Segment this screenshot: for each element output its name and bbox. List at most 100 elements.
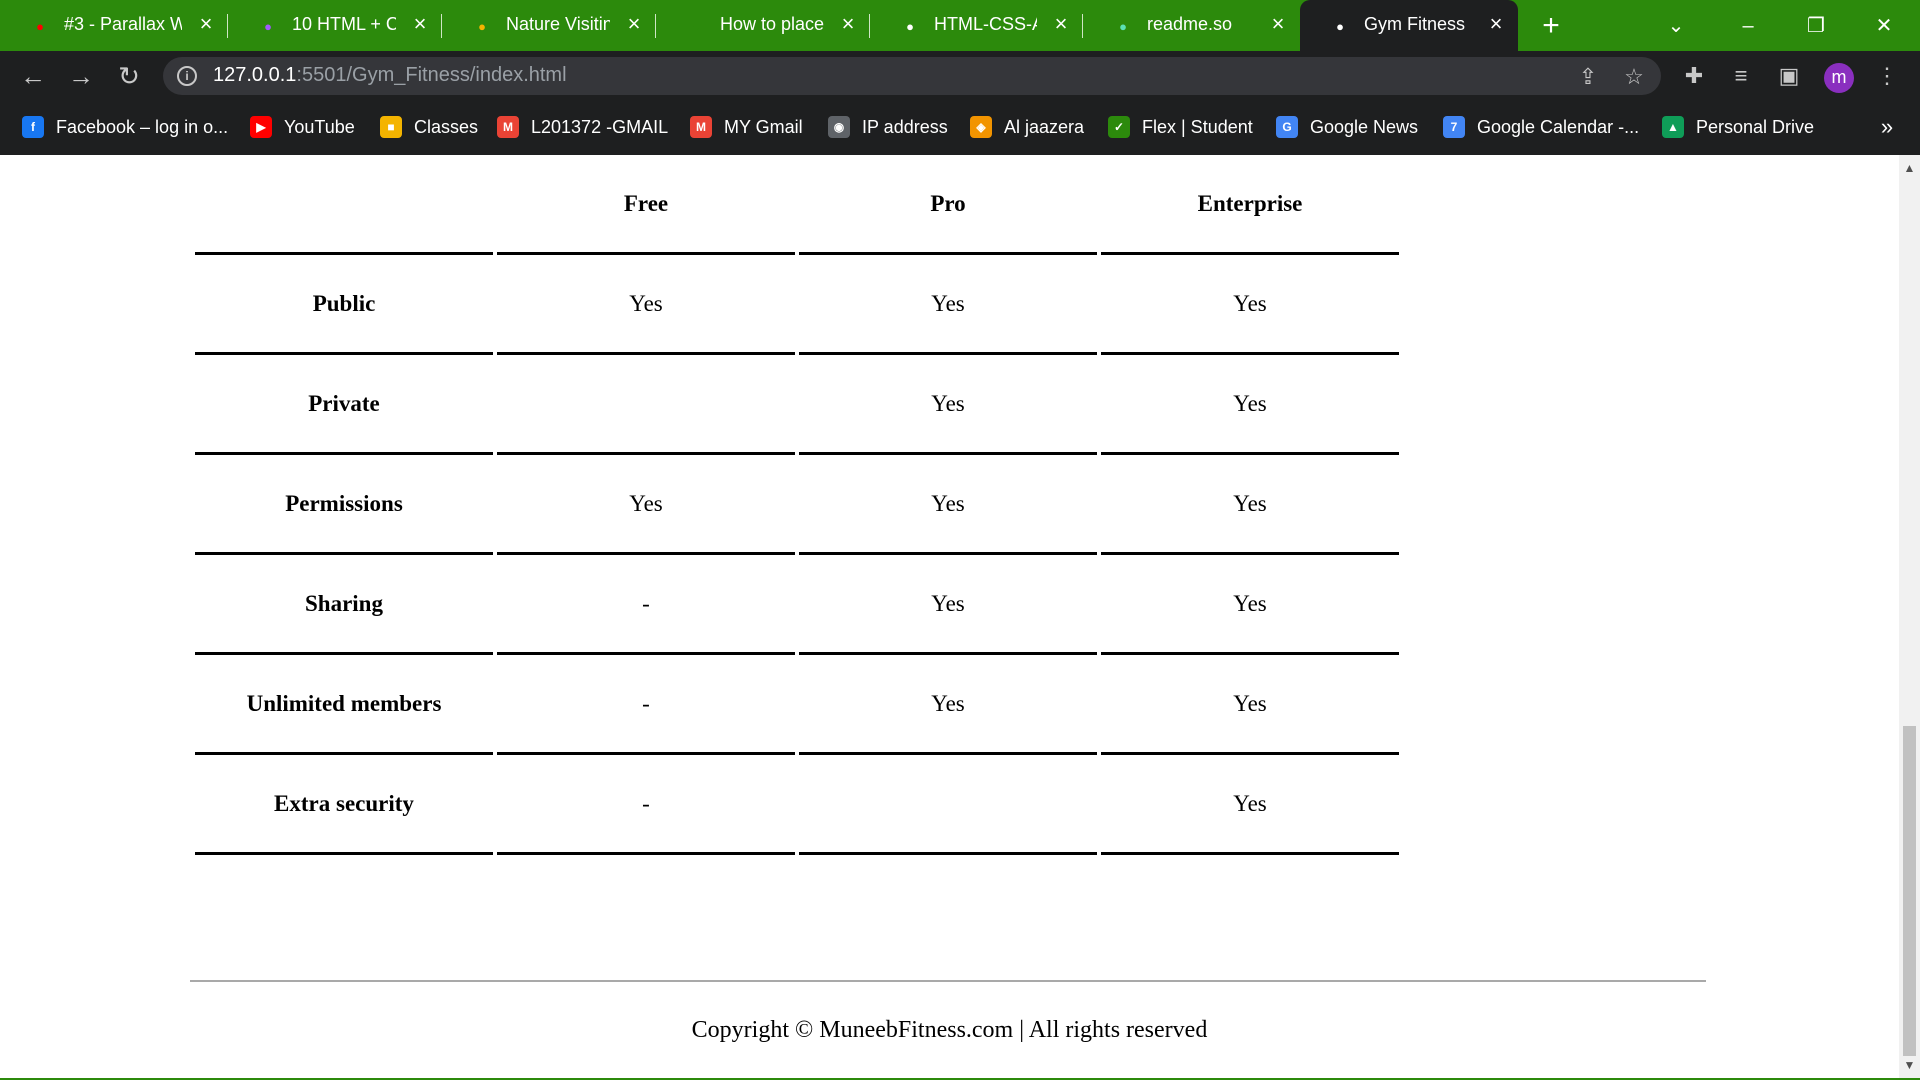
reload-button[interactable]: ↻ bbox=[112, 59, 146, 93]
table-cell: Yes bbox=[799, 355, 1097, 455]
scroll-down-arrow-icon[interactable]: ▼ bbox=[1899, 1056, 1920, 1074]
header-cell-free: Free bbox=[497, 155, 795, 255]
nature-icon: ● bbox=[478, 18, 486, 34]
url-path: :5501/Gym_Fitness/index.html bbox=[296, 64, 567, 86]
bookmark-item[interactable]: ◉ IP address bbox=[828, 113, 948, 141]
minimize-button[interactable]: – bbox=[1726, 8, 1770, 44]
header-cell-pro: Pro bbox=[799, 155, 1097, 255]
footer-divider bbox=[190, 980, 1706, 982]
bookmark-item[interactable]: ◈ Al jaazera bbox=[970, 113, 1084, 141]
close-window-button[interactable]: ✕ bbox=[1862, 8, 1906, 44]
more-bookmarks-chevron-icon[interactable]: » bbox=[1874, 113, 1900, 141]
bookmark-item[interactable]: G Google News bbox=[1276, 113, 1418, 141]
profile-avatar[interactable]: m bbox=[1824, 63, 1854, 93]
calendar-icon: 7 bbox=[1443, 116, 1465, 138]
table-row: Permissions Yes Yes Yes bbox=[195, 455, 1399, 555]
bookmark-item[interactable]: 7 Google Calendar -... bbox=[1443, 113, 1639, 141]
tab-title: Gym Fitness bbox=[1364, 14, 1466, 34]
tab-search-chevron-icon[interactable]: ⌄ bbox=[1654, 8, 1698, 44]
globe-icon: ◉ bbox=[828, 116, 850, 138]
github-icon: ● bbox=[906, 18, 914, 34]
figma-icon: ● bbox=[264, 18, 272, 34]
back-button[interactable]: ← bbox=[16, 59, 50, 93]
browser-toolbar: ← → ↻ i 127.0.0.1:5501/Gym_Fitness/index… bbox=[0, 51, 1920, 100]
youtube-icon: ▶ bbox=[250, 116, 272, 138]
youtube-icon: ● bbox=[36, 18, 44, 34]
bookmark-label: Flex | Student bbox=[1142, 116, 1253, 137]
browser-tab[interactable]: ● readme.so × bbox=[1083, 0, 1300, 51]
close-tab-icon[interactable]: × bbox=[1266, 12, 1290, 36]
tab-title: readme.so bbox=[1147, 14, 1233, 34]
bookmark-label: L201372 -GMAIL bbox=[531, 116, 669, 137]
site-info-icon[interactable]: i bbox=[177, 66, 197, 86]
bookmark-label: Classes bbox=[414, 116, 479, 137]
close-tab-icon[interactable]: × bbox=[1484, 12, 1508, 36]
bookmark-item[interactable]: ■ Classes bbox=[380, 113, 478, 141]
bookmark-label: Google Calendar -... bbox=[1477, 116, 1640, 137]
aljazeera-icon: ◈ bbox=[970, 116, 992, 138]
bookmark-item[interactable]: f Facebook – log in o... bbox=[22, 113, 228, 141]
page-scrollbar[interactable]: ▲ ▼ bbox=[1899, 155, 1920, 1078]
table-cell: Yes bbox=[1101, 555, 1399, 655]
scroll-up-arrow-icon[interactable]: ▲ bbox=[1899, 159, 1920, 177]
bookmark-item[interactable]: ✓ Flex | Student bbox=[1108, 113, 1253, 141]
side-panel-icon[interactable]: ▣ bbox=[1772, 59, 1806, 93]
table-cell: Yes bbox=[799, 555, 1097, 655]
tab-title: HTML-CSS-AN bbox=[934, 14, 1037, 34]
restore-button[interactable]: ❐ bbox=[1794, 8, 1838, 44]
bookmark-label: Google News bbox=[1310, 116, 1419, 137]
table-header-row: Free Pro Enterprise bbox=[195, 155, 1399, 255]
feature-label: Extra security bbox=[195, 755, 493, 855]
gmail-icon: M bbox=[497, 116, 519, 138]
browser-tab[interactable]: ● HTML-CSS-AN × bbox=[870, 0, 1083, 51]
browser-tab[interactable]: ● Gym Fitness × bbox=[1300, 0, 1518, 51]
browser-tab[interactable]: ● #3 - Parallax W × bbox=[0, 0, 228, 51]
table-cell: Yes bbox=[1101, 455, 1399, 555]
media-controls-icon[interactable]: ≡ bbox=[1724, 59, 1758, 93]
gmail-icon: M bbox=[690, 116, 712, 138]
bookmark-item[interactable]: ▶ YouTube bbox=[250, 113, 355, 141]
scrollbar-thumb[interactable] bbox=[1903, 726, 1916, 1056]
table-cell bbox=[497, 355, 795, 455]
address-bar[interactable]: i 127.0.0.1:5501/Gym_Fitness/index.html … bbox=[163, 57, 1661, 95]
table-cell: Yes bbox=[799, 655, 1097, 755]
browser-tab[interactable]: ● 10 HTML + CSS × bbox=[228, 0, 442, 51]
feature-label: Permissions bbox=[195, 455, 493, 555]
extensions-icon[interactable]: ✚ bbox=[1677, 59, 1711, 93]
url-text[interactable]: 127.0.0.1:5501/Gym_Fitness/index.html bbox=[213, 64, 567, 87]
bookmark-label: Facebook – log in o... bbox=[56, 116, 229, 137]
tab-title: #3 - Parallax W bbox=[64, 14, 182, 34]
table-row: Unlimited members - Yes Yes bbox=[195, 655, 1399, 755]
table-cell: Yes bbox=[1101, 655, 1399, 755]
bookmark-label: Personal Drive bbox=[1696, 116, 1815, 137]
close-tab-icon[interactable]: × bbox=[622, 12, 646, 36]
share-icon[interactable]: ⇪ bbox=[1575, 64, 1601, 90]
close-tab-icon[interactable]: × bbox=[194, 12, 218, 36]
flex-icon: ✓ bbox=[1108, 116, 1130, 138]
close-tab-icon[interactable]: × bbox=[408, 12, 432, 36]
stackoverflow-icon: ● bbox=[692, 18, 700, 34]
forward-button[interactable]: → bbox=[64, 59, 98, 93]
browser-tab[interactable]: ● How to place t × bbox=[656, 0, 870, 51]
globe-icon: ● bbox=[1336, 18, 1344, 34]
bookmark-item[interactable]: M L201372 -GMAIL bbox=[497, 113, 668, 141]
new-tab-button[interactable]: + bbox=[1533, 8, 1569, 44]
bookmark-item[interactable]: ▲ Personal Drive bbox=[1662, 113, 1814, 141]
google-news-icon: G bbox=[1276, 116, 1298, 138]
pricing-comparison-table: Free Pro Enterprise Public Yes Yes Yes P… bbox=[191, 155, 1403, 855]
close-tab-icon[interactable]: × bbox=[1049, 12, 1073, 36]
feature-label: Public bbox=[195, 255, 493, 355]
header-cell-feature bbox=[195, 155, 493, 255]
bookmark-label: IP address bbox=[862, 116, 948, 137]
close-tab-icon[interactable]: × bbox=[836, 12, 860, 36]
table-cell: Yes bbox=[1101, 755, 1399, 855]
tab-title: How to place t bbox=[720, 14, 824, 34]
readme-icon: ● bbox=[1119, 18, 1127, 34]
browser-tab[interactable]: ● Nature Visiting × bbox=[442, 0, 656, 51]
bookmark-label: MY Gmail bbox=[724, 116, 803, 137]
table-cell: Yes bbox=[799, 255, 1097, 355]
table-cell: - bbox=[497, 755, 795, 855]
menu-kebab-icon[interactable]: ⋮ bbox=[1870, 59, 1904, 93]
bookmark-star-icon[interactable]: ☆ bbox=[1621, 64, 1647, 90]
bookmark-item[interactable]: M MY Gmail bbox=[690, 113, 803, 141]
